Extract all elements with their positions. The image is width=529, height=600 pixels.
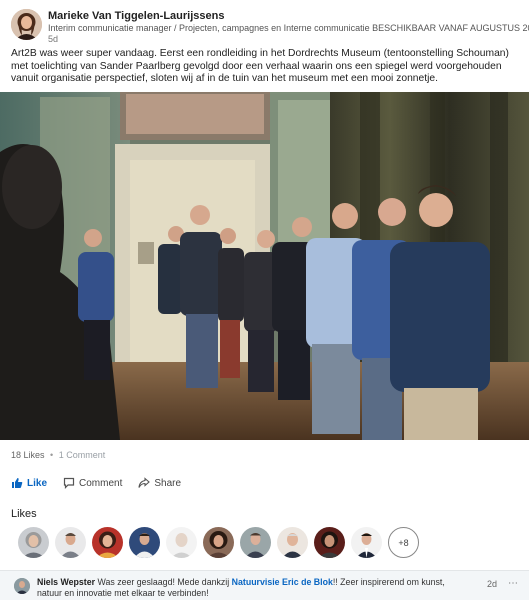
likes-count[interactable]: 18 Likes <box>11 450 45 460</box>
avatar-man-gray[interactable] <box>55 527 86 558</box>
post-timestamp: 5d <box>48 34 59 44</box>
post-header: Marieke Van Tiggelen-Laurijssens Interim… <box>11 9 529 44</box>
comment-item: Niels Wepster Was zeer geslaagd! Mede da… <box>0 570 529 600</box>
avatar-woman-gray[interactable] <box>18 527 49 558</box>
comment-text-before: Was zeer geslaagd! Mede dankzij <box>97 577 230 587</box>
author-avatar[interactable] <box>11 9 42 40</box>
avatar-woman-red[interactable] <box>92 527 123 558</box>
post-text: Art2B was weer super vandaag. Eerst een … <box>11 48 509 85</box>
counts-separator: • <box>50 450 54 460</box>
likers-list: +8 <box>18 527 419 558</box>
author-name[interactable]: Marieke Van Tiggelen-Laurijssens <box>48 10 224 22</box>
comment-timestamp: 2d <box>487 579 498 589</box>
action-bar: Like Comment Share <box>11 475 181 491</box>
comment-body: Niels Wepster Was zeer geslaagd! Mede da… <box>37 577 467 599</box>
likes-heading: Likes <box>11 508 37 520</box>
thumbs-up-icon <box>11 477 23 489</box>
comments-count[interactable]: 1 Comment <box>59 450 106 460</box>
avatar-man-blue[interactable] <box>129 527 160 558</box>
author-headline: Interim communicatie manager / Projecten… <box>48 23 529 33</box>
like-button[interactable]: Like <box>11 477 47 489</box>
comment-author-name[interactable]: Niels Wepster <box>37 577 95 587</box>
avatar-woman-red-dark[interactable] <box>314 527 345 558</box>
comment-mention-link[interactable]: Natuurvisie Eric de Blok <box>232 577 333 587</box>
share-label: Share <box>154 477 182 489</box>
avatar-man-suit[interactable] <box>351 527 382 558</box>
avatar-man-older[interactable] <box>277 527 308 558</box>
comment-button[interactable]: Comment <box>63 477 122 489</box>
like-label: Like <box>27 477 48 489</box>
comment-label: Comment <box>79 477 123 489</box>
share-icon <box>138 477 151 489</box>
post-photo[interactable] <box>0 92 529 440</box>
more-options-icon[interactable]: ⋯ <box>508 578 518 589</box>
comment-icon <box>63 477 75 489</box>
comment-author-avatar[interactable] <box>14 578 30 594</box>
avatar-man-light[interactable] <box>240 527 271 558</box>
social-counts: 18 Likes • 1 Comment <box>11 450 105 460</box>
avatar-light[interactable] <box>166 527 197 558</box>
share-button[interactable]: Share <box>138 477 181 489</box>
avatar-woman-dark[interactable] <box>203 527 234 558</box>
more-likes-button[interactable]: +8 <box>388 527 419 558</box>
